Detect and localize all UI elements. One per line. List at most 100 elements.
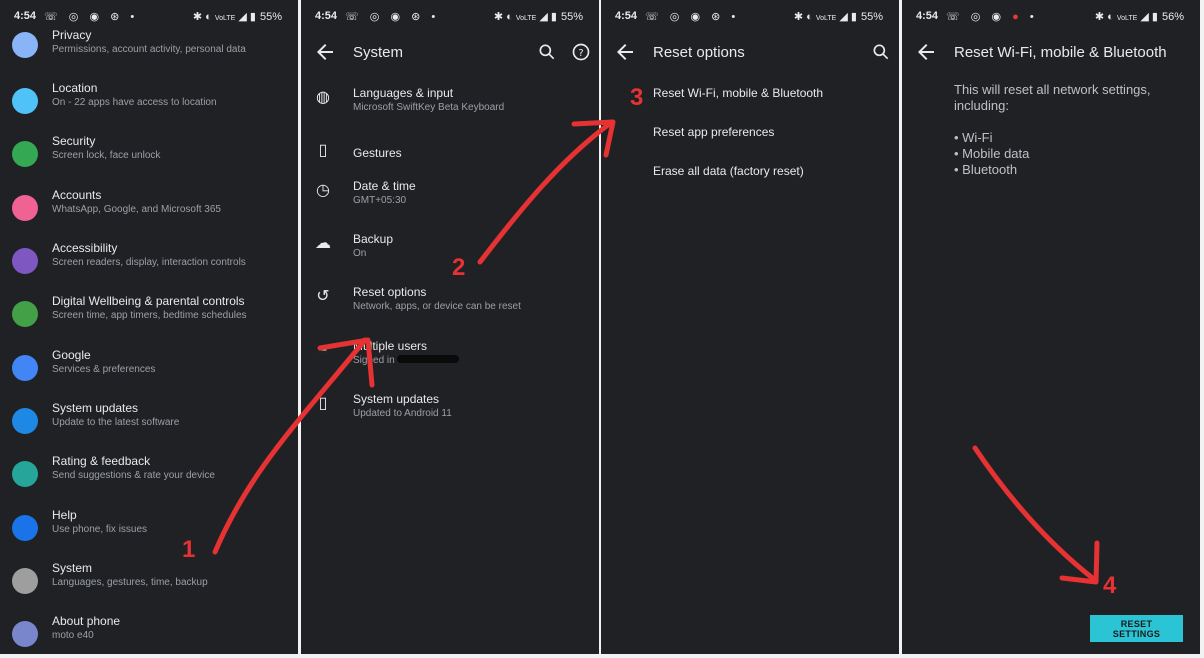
back-arrow-icon[interactable] bbox=[313, 40, 337, 64]
system-item-title: Languages & input bbox=[353, 86, 454, 100]
clock-icon: ◷ bbox=[316, 182, 330, 199]
system-item-subtitle: Microsoft SwiftKey Beta Keyboard bbox=[353, 102, 505, 113]
step-4-label: 4 bbox=[1103, 572, 1117, 599]
bullet-mobile-data: • Mobile data bbox=[954, 146, 1030, 161]
globe-icon: ◍ bbox=[316, 89, 330, 106]
settings-item-title: System bbox=[52, 561, 93, 575]
settings-item-title: Rating & feedback bbox=[52, 454, 151, 468]
settings-item-subtitle: Screen lock, face unlock bbox=[52, 150, 161, 161]
settings-item-title: Help bbox=[52, 508, 77, 522]
battery-level: 55% bbox=[259, 11, 282, 23]
status-time: 4:54 bbox=[615, 10, 638, 22]
settings-item[interactable]: System Languages, gestures, time, backup bbox=[0, 561, 298, 609]
system-item-subtitle: GMT+05:30 bbox=[353, 195, 407, 206]
notification-icons: ☏ ◎ ◉ ⊛ • bbox=[645, 11, 740, 23]
settings-item-title: Accounts bbox=[52, 188, 102, 202]
step-3-label: 3 bbox=[630, 84, 644, 111]
bullet-wifi: • Wi-Fi bbox=[954, 130, 993, 145]
app-bar: Reset Wi-Fi, mobile & Bluetooth bbox=[902, 32, 1200, 74]
privacy-icon bbox=[12, 32, 38, 58]
location-icon bbox=[12, 88, 38, 114]
phone-icon bbox=[12, 621, 38, 647]
status-time: 4:54 bbox=[916, 10, 939, 22]
battery-level: 56% bbox=[1161, 11, 1184, 23]
settings-item-title: About phone bbox=[52, 614, 121, 628]
signal-label: VoLTE bbox=[1116, 15, 1138, 22]
system-panel: 4:54 ☏ ◎ ◉ ⊛ • ✱ ◐ VoLTE ◢ ▮ 55% System ?… bbox=[301, 0, 599, 654]
status-right-icons: ✱ ◐ VoLTE ◢ ▮ 56% bbox=[1094, 11, 1184, 23]
reset-wifi-mobile-bluetooth-option[interactable]: Reset Wi-Fi, mobile & Bluetooth bbox=[653, 86, 823, 100]
reset-settings-button[interactable]: RESET SETTINGS bbox=[1090, 615, 1183, 642]
settings-item[interactable]: Rating & feedback Send suggestions & rate… bbox=[0, 454, 298, 502]
settings-item-subtitle: Services & preferences bbox=[52, 364, 156, 375]
back-arrow-icon[interactable] bbox=[914, 40, 938, 64]
person-icon: ◓ bbox=[318, 342, 328, 359]
settings-item[interactable]: Digital Wellbeing & parental controls Scr… bbox=[0, 294, 298, 342]
signal-label: VoLTE bbox=[214, 15, 236, 22]
signal-label: VoLTE bbox=[815, 15, 837, 22]
settings-item[interactable]: Privacy Permissions, account activity, pe… bbox=[0, 28, 298, 76]
reset-description: This will reset all network settings, in… bbox=[954, 82, 1151, 113]
reset-bullet-list: • Wi-Fi • Mobile data • Bluetooth bbox=[954, 130, 1029, 178]
system-item-title: Multiple users bbox=[353, 339, 428, 353]
history-icon: ↺ bbox=[316, 288, 330, 305]
cloud-upload-icon: ☁ bbox=[315, 235, 331, 252]
system-item-subtitle: On bbox=[353, 248, 367, 259]
settings-item-title: Privacy bbox=[52, 28, 92, 42]
settings-item[interactable]: System updates Update to the latest softw… bbox=[0, 401, 298, 449]
system-item-subtitle: Signed in bbox=[353, 355, 395, 366]
settings-item-title: Location bbox=[52, 81, 98, 95]
settings-item-subtitle: Use phone, fix issues bbox=[52, 524, 148, 535]
settings-item-subtitle: WhatsApp, Google, and Microsoft 365 bbox=[52, 204, 221, 215]
step-2-label: 2 bbox=[452, 254, 466, 281]
settings-item[interactable]: Google Services & preferences bbox=[0, 348, 298, 396]
system-item[interactable]: ◍ Languages & input Microsoft SwiftKey Bet… bbox=[301, 86, 599, 134]
settings-item-title: Digital Wellbeing & parental controls bbox=[52, 294, 245, 308]
settings-item[interactable]: Security Screen lock, face unlock bbox=[0, 134, 298, 182]
settings-item[interactable]: Help Use phone, fix issues bbox=[0, 508, 298, 556]
help-icon bbox=[12, 515, 38, 541]
search-icon[interactable] bbox=[871, 42, 891, 62]
system-item[interactable]: ☁ Backup On bbox=[301, 232, 599, 280]
status-right-icons: ✱ ◐ VoLTE ◢ ▮ 55% bbox=[793, 11, 883, 23]
system-item[interactable]: ▯ System updates Updated to Android 11 bbox=[301, 392, 599, 440]
reset-app-preferences-option[interactable]: Reset app preferences bbox=[653, 125, 774, 139]
settings-item[interactable]: Accessibility Screen readers, display, in… bbox=[0, 241, 298, 289]
gesture-phone-icon: ▯ bbox=[318, 142, 328, 159]
search-icon[interactable] bbox=[537, 42, 557, 62]
settings-panel: 4:54 ☏ ◎ ◉ ⊛ • ✱ ◐ VoLTE ◢ ▮ 55% Privacy P… bbox=[0, 0, 298, 654]
factory-reset-option[interactable]: Erase all data (factory reset) bbox=[653, 164, 804, 178]
system-update-icon: ▯ bbox=[318, 395, 328, 412]
lock-icon bbox=[12, 141, 38, 167]
system-item-title: Backup bbox=[353, 232, 394, 246]
system-item[interactable]: ◷ Date & time GMT+05:30 bbox=[301, 179, 599, 227]
battery-level: 55% bbox=[560, 11, 583, 23]
system-item[interactable]: ◓ Multiple users Signed in bbox=[301, 339, 599, 387]
system-item-subtitle: Updated to Android 11 bbox=[353, 408, 452, 419]
app-bar: System ? bbox=[301, 32, 599, 74]
page-title: System bbox=[353, 44, 404, 61]
notification-icons: ☏ ◎ ◉ ⊛ • bbox=[44, 11, 139, 23]
google-icon bbox=[12, 355, 38, 381]
settings-item-title: System updates bbox=[52, 401, 139, 415]
settings-item-subtitle: Screen readers, display, interaction con… bbox=[52, 257, 246, 268]
step-1-label: 1 bbox=[182, 536, 196, 563]
settings-item[interactable]: Accounts WhatsApp, Google, and Microsoft … bbox=[0, 188, 298, 236]
system-item[interactable]: ↺ Reset options Network, apps, or device c… bbox=[301, 285, 599, 333]
phone-update-icon bbox=[12, 408, 38, 434]
settings-item-subtitle: Update to the latest software bbox=[52, 417, 180, 428]
settings-item-subtitle: Send suggestions & rate your device bbox=[52, 470, 215, 481]
settings-item-subtitle: moto e40 bbox=[52, 630, 94, 641]
reset-network-panel: 4:54 ☏ ◎ ◉ ● • ✱ ◐ VoLTE ◢ ▮ 56% Reset Wi… bbox=[902, 0, 1200, 654]
help-icon[interactable]: ? bbox=[571, 42, 591, 62]
settings-item[interactable]: Location On - 22 apps have access to loca… bbox=[0, 81, 298, 129]
settings-item-subtitle: Screen time, app timers, bedtime schedul… bbox=[52, 310, 247, 321]
settings-item-title: Security bbox=[52, 134, 96, 148]
system-item-title: Gestures bbox=[353, 146, 402, 160]
status-bar: 4:54 ☏ ◎ ◉ ⊛ • ✱ ◐ VoLTE ◢ ▮ 55% bbox=[301, 0, 599, 32]
svg-text:?: ? bbox=[578, 48, 583, 59]
system-info-icon bbox=[12, 568, 38, 594]
back-arrow-icon[interactable] bbox=[613, 40, 637, 64]
notification-icons: ☏ ◎ ◉ ⊛ • bbox=[345, 11, 440, 23]
settings-item[interactable]: About phone moto e40 bbox=[0, 614, 298, 654]
